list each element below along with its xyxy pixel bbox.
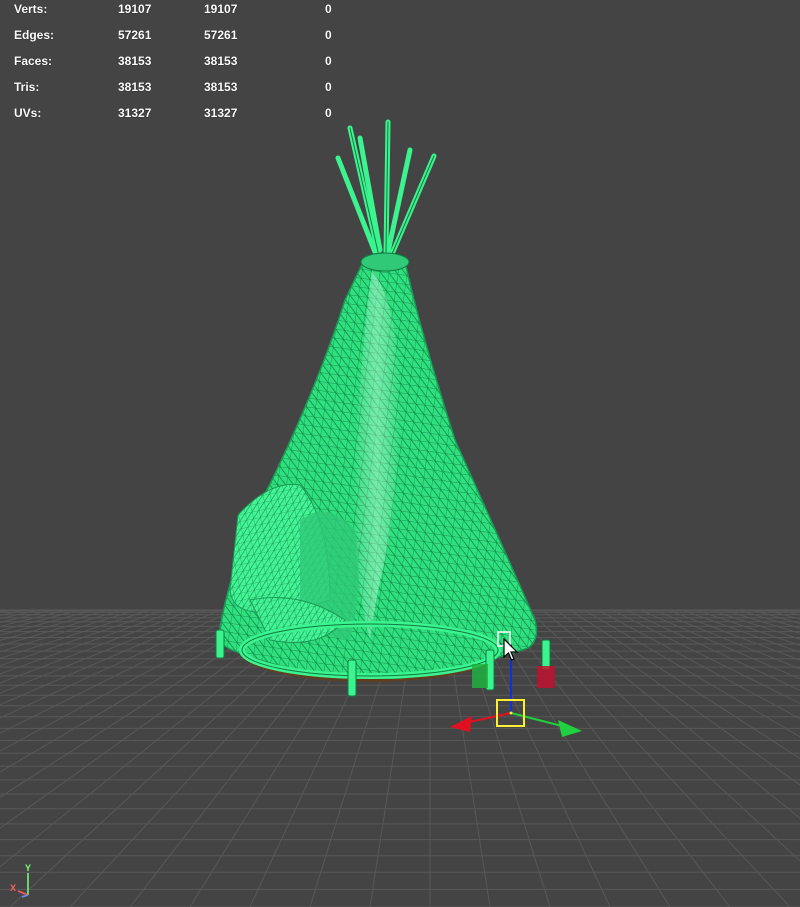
mouse-pointer-icon xyxy=(503,638,519,661)
hud-value-triangles: 0 xyxy=(325,54,332,68)
hud-label: UVs: xyxy=(14,106,42,120)
hud-value-triangles: 0 xyxy=(325,2,332,16)
yz-plane-handle xyxy=(472,664,488,688)
hud-value-selected: 38153 xyxy=(204,80,238,94)
hud-label: Verts: xyxy=(14,2,48,16)
xy-plane-handle xyxy=(537,666,555,688)
teepee-mesh[interactable] xyxy=(215,119,551,697)
hud-value-object: 38153 xyxy=(118,80,152,94)
axis-gizmo-icon xyxy=(17,873,29,898)
grid-line xyxy=(583,609,800,738)
grid-line xyxy=(723,609,800,634)
grid-line xyxy=(765,609,800,620)
hud-value-selected: 19107 xyxy=(204,2,238,16)
hud-value-object: 19107 xyxy=(118,2,152,16)
hud-label: Faces: xyxy=(14,54,53,68)
grid-line xyxy=(639,609,800,680)
grid-line xyxy=(653,609,800,670)
axis-y-label: Y xyxy=(25,863,32,873)
grid-line xyxy=(611,609,800,704)
grid-line xyxy=(513,609,791,907)
grid-line xyxy=(779,609,800,616)
hud-label: Edges: xyxy=(14,28,55,42)
hud-label: Tris: xyxy=(14,80,40,94)
hud-value-triangles: 0 xyxy=(325,106,332,120)
viewport-3d[interactable]: Verts: 19107 19107 0 Edges: 57261 57261 … xyxy=(0,0,800,907)
hud-value-triangles: 0 xyxy=(325,28,332,42)
grid-line xyxy=(681,609,800,653)
view-axis-indicator: Y X xyxy=(8,863,38,899)
grid-line xyxy=(737,609,800,629)
grid-line xyxy=(541,609,800,819)
grid-line xyxy=(499,609,731,907)
hud-value-triangles: 0 xyxy=(325,80,332,94)
axis-x-label: X xyxy=(10,883,17,893)
grid-line xyxy=(527,609,800,862)
hud-value-object: 38153 xyxy=(118,54,152,68)
grid-line xyxy=(751,609,800,624)
hud-value-selected: 31327 xyxy=(204,106,238,120)
hud-value-object: 31327 xyxy=(118,106,152,120)
grid-line xyxy=(667,609,800,661)
hud-value-selected: 57261 xyxy=(204,28,238,42)
hud-value-selected: 38153 xyxy=(204,54,238,68)
scene-canvas[interactable] xyxy=(0,0,800,907)
grid-line xyxy=(597,609,800,720)
hud-value-object: 57261 xyxy=(118,28,152,42)
